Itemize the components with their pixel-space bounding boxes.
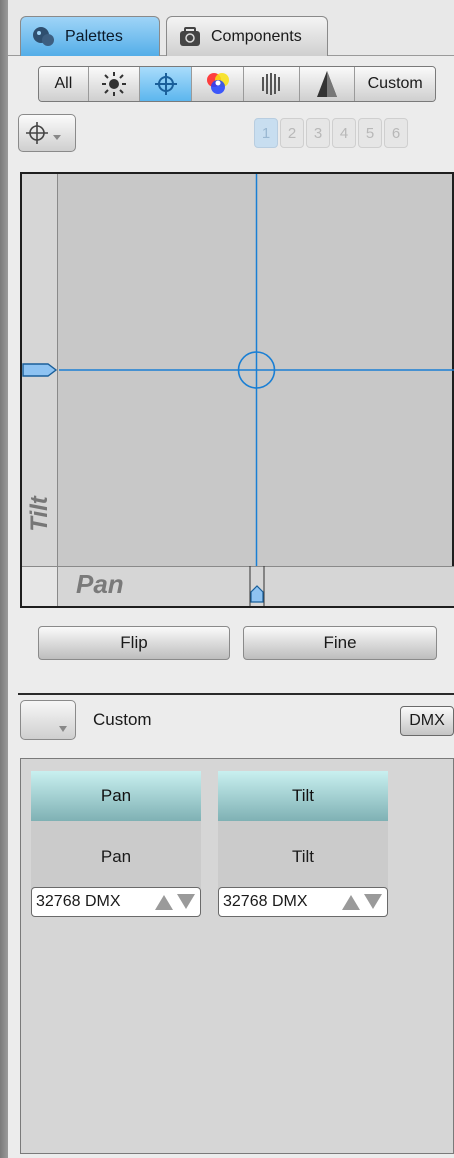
palette-filter-bar: All Custom — [38, 66, 436, 102]
fine-button[interactable]: Fine — [243, 626, 437, 660]
page-button[interactable]: 5 — [358, 118, 382, 148]
channel-name: Pan — [31, 821, 201, 893]
filter-intensity-button[interactable] — [88, 67, 141, 101]
page-button[interactable]: 6 — [384, 118, 408, 148]
channel-value[interactable]: 32768 DMX — [223, 893, 333, 911]
channel-value-spinner[interactable]: 32768 DMX — [31, 887, 201, 917]
custom-dropdown[interactable] — [20, 700, 76, 740]
shape-icon — [317, 71, 338, 97]
filter-custom-button[interactable]: Custom — [355, 67, 435, 101]
components-icon — [177, 26, 203, 48]
filter-beam-button[interactable] — [243, 67, 300, 101]
channel-panel: Pan Pan 32768 DMX Tilt Tilt 32768 DMX — [20, 758, 454, 1154]
increment-icon[interactable] — [154, 893, 174, 911]
channel-tilt: Tilt Tilt 32768 DMX — [218, 771, 388, 917]
pan-handle[interactable] — [249, 566, 265, 606]
pan-tilt-xy-pad: Tilt Pan — [20, 172, 454, 608]
channel-name: Tilt — [218, 821, 388, 893]
channel-value[interactable]: 32768 DMX — [36, 893, 146, 911]
fine-label: Fine — [323, 633, 357, 652]
dmx-label: DMX — [409, 712, 445, 729]
channel-value-spinner[interactable]: 32768 DMX — [218, 887, 388, 917]
pad-corner — [22, 566, 58, 606]
tilt-axis-label: Tilt — [26, 496, 53, 532]
filter-custom-label: Custom — [367, 75, 423, 92]
dmx-button[interactable]: DMX — [400, 706, 454, 736]
increment-icon[interactable] — [341, 893, 361, 911]
flip-label: Flip — [120, 633, 148, 652]
page-button[interactable]: 4 — [332, 118, 356, 148]
section-divider — [18, 693, 454, 695]
channel-header[interactable]: Pan — [31, 771, 201, 821]
page-selector: 1 2 3 4 5 6 — [254, 118, 408, 148]
spinner-arrows — [341, 893, 383, 911]
left-edge-strip — [0, 0, 8, 1158]
position-dropdown[interactable] — [18, 114, 76, 152]
custom-label: Custom — [93, 710, 152, 729]
page-button[interactable]: 2 — [280, 118, 304, 148]
tilt-axis-label-wrap: Tilt — [24, 474, 56, 554]
position-icon — [26, 122, 48, 144]
tilt-handle[interactable] — [22, 362, 58, 378]
filter-color-button[interactable] — [192, 67, 244, 101]
tab-palettes[interactable]: Palettes — [20, 16, 160, 56]
chevron-down-icon — [59, 726, 67, 732]
intensity-icon — [102, 72, 127, 96]
palettes-panel: Palettes Components All Custom 1 2 3 4 5… — [0, 0, 454, 1158]
pan-axis-label: Pan — [76, 569, 124, 599]
flip-button[interactable]: Flip — [38, 626, 230, 660]
beam-icon — [262, 73, 281, 95]
chevron-down-icon — [53, 135, 61, 140]
filter-position-button[interactable] — [140, 67, 193, 101]
page-button[interactable]: 1 — [254, 118, 278, 148]
channel-header[interactable]: Tilt — [218, 771, 388, 821]
tab-components-label: Components — [211, 27, 302, 45]
position-icon — [154, 73, 177, 95]
color-icon — [206, 73, 229, 94]
xy-field[interactable] — [59, 174, 454, 566]
tab-bar: Palettes Components — [8, 0, 454, 56]
filter-all-button[interactable]: All — [39, 67, 89, 101]
decrement-icon[interactable] — [176, 893, 196, 911]
channel-pan: Pan Pan 32768 DMX — [31, 771, 201, 917]
filter-shape-button[interactable] — [299, 67, 356, 101]
spinner-arrows — [154, 893, 196, 911]
tab-palettes-label: Palettes — [65, 27, 123, 45]
tab-components[interactable]: Components — [166, 16, 328, 56]
decrement-icon[interactable] — [363, 893, 383, 911]
filter-all-label: All — [54, 75, 73, 92]
page-button[interactable]: 3 — [306, 118, 330, 148]
palettes-icon — [31, 26, 57, 48]
